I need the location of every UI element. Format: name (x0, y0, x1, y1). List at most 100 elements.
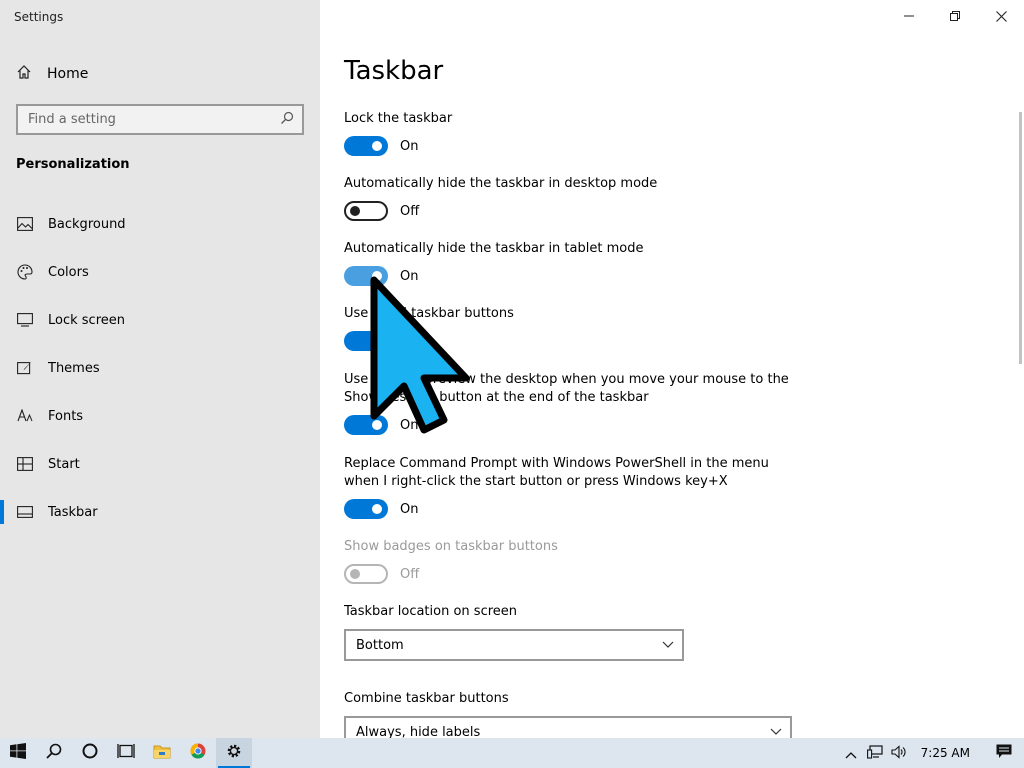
brush-icon (16, 359, 34, 377)
home-icon (16, 64, 32, 84)
chrome-button[interactable] (180, 738, 216, 768)
start-grid-icon (16, 455, 34, 473)
sidebar-item-background[interactable]: Background (0, 200, 320, 248)
setting-label: Automatically hide the taskbar in deskto… (344, 176, 658, 191)
taskbar-clock[interactable]: 7:25 AM (911, 746, 984, 760)
toggle-state: On (400, 333, 419, 349)
main-content: Taskbar Lock the taskbar On Automaticall… (320, 0, 1024, 748)
window-controls (886, 0, 1024, 32)
image-icon (16, 215, 34, 233)
sidebar-item-lock-screen[interactable]: Lock screen (0, 296, 320, 344)
toggle-knob (350, 569, 360, 579)
setting-small-buttons: Use small taskbar buttons On (344, 305, 514, 351)
section-title: Personalization (16, 157, 130, 172)
system-tray: 7:25 AM (839, 738, 1024, 768)
toggle-state: On (400, 501, 419, 517)
sidebar-item-label: Lock screen (48, 312, 125, 328)
speaker-icon (891, 744, 907, 763)
setting-peek: Use Peek to preview the desktop when you… (344, 371, 789, 435)
windows-taskbar: 7:25 AM (0, 738, 1024, 768)
dropdown-value: Bottom (356, 637, 404, 653)
monitor-icon (16, 311, 34, 329)
start-button[interactable] (0, 738, 36, 768)
setting-label: Replace Command Prompt with Windows Powe… (344, 456, 769, 471)
taskbar-location-dropdown[interactable]: Bottom (344, 629, 684, 661)
chrome-icon (190, 743, 206, 763)
action-center-button[interactable] (984, 738, 1024, 768)
small-buttons-toggle[interactable] (344, 331, 388, 351)
autohide-tablet-toggle[interactable] (344, 266, 388, 286)
network-button[interactable] (863, 738, 887, 768)
setting-label: Use small taskbar buttons (344, 306, 514, 321)
home-nav-item[interactable]: Home (16, 62, 88, 86)
setting-lock-taskbar: Lock the taskbar On (344, 110, 452, 156)
gear-icon (226, 743, 242, 763)
task-view-button[interactable] (108, 738, 144, 768)
setting-powershell: Replace Command Prompt with Windows Powe… (344, 455, 769, 519)
cortana-circle-icon (82, 743, 98, 763)
minimize-button[interactable] (886, 0, 932, 32)
show-hidden-icons-button[interactable] (839, 738, 863, 768)
sidebar-item-label: Fonts (48, 408, 84, 424)
toggle-state: Off (400, 566, 420, 582)
chevron-down-icon (662, 638, 674, 653)
sidebar-item-label: Start (48, 456, 80, 472)
windows-logo-icon (10, 743, 26, 763)
toggle-state: On (400, 417, 419, 433)
toggle-knob (372, 336, 382, 346)
toggle-knob (372, 271, 382, 281)
sidebar-item-taskbar[interactable]: Taskbar (0, 488, 320, 536)
setting-label-line2: when I right-click the start button or p… (344, 474, 728, 489)
sidebar-item-themes[interactable]: Themes (0, 344, 320, 392)
search-input[interactable] (28, 112, 280, 127)
volume-button[interactable] (887, 738, 911, 768)
peek-toggle[interactable] (344, 415, 388, 435)
scrollbar[interactable] (1019, 112, 1022, 364)
sidebar-item-label: Taskbar (48, 504, 98, 520)
toggle-knob (372, 420, 382, 430)
chevron-up-icon (845, 744, 857, 763)
setting-autohide-tablet: Automatically hide the taskbar in tablet… (344, 240, 643, 286)
search-box[interactable] (16, 104, 304, 135)
taskbar-icon (16, 503, 34, 521)
sidebar-item-label: Background (48, 216, 126, 232)
powershell-toggle[interactable] (344, 499, 388, 519)
setting-location: Taskbar location on screen Bottom (344, 603, 684, 661)
home-label: Home (47, 66, 89, 82)
toggle-knob (372, 504, 382, 514)
badges-toggle (344, 564, 388, 584)
sidebar-item-label: Colors (48, 264, 89, 280)
setting-autohide-desktop: Automatically hide the taskbar in deskto… (344, 175, 657, 221)
toggle-state: Off (400, 203, 420, 219)
sidebar-item-colors[interactable]: Colors (0, 248, 320, 296)
sidebar: Settings Home Personalization Background… (0, 0, 320, 738)
autohide-desktop-toggle[interactable] (344, 201, 388, 221)
app-title: Settings (14, 10, 64, 24)
folder-icon (153, 744, 171, 763)
sidebar-item-start[interactable]: Start (0, 440, 320, 488)
setting-label: Lock the taskbar (344, 111, 453, 126)
palette-icon (16, 263, 34, 281)
search-icon[interactable] (280, 110, 294, 129)
setting-label: Use Peek to preview the desktop when you… (344, 372, 789, 387)
sidebar-nav: Background Colors Lock screen Themes Fon… (0, 200, 320, 536)
sidebar-item-fonts[interactable]: Fonts (0, 392, 320, 440)
setting-label: Show badges on taskbar buttons (344, 539, 558, 554)
setting-label: Combine taskbar buttons (344, 691, 509, 706)
lock-taskbar-toggle[interactable] (344, 136, 388, 156)
restore-button[interactable] (932, 0, 978, 32)
file-explorer-button[interactable] (144, 738, 180, 768)
font-icon (16, 407, 34, 425)
notification-icon (996, 744, 1012, 763)
cortana-button[interactable] (72, 738, 108, 768)
network-icon (866, 744, 883, 763)
page-title: Taskbar (344, 56, 444, 86)
search-icon (46, 743, 62, 763)
sidebar-item-label: Themes (48, 360, 100, 376)
close-button[interactable] (978, 0, 1024, 32)
search-taskbar-button[interactable] (36, 738, 72, 768)
setting-label: Taskbar location on screen (344, 604, 518, 619)
toggle-knob (350, 206, 360, 216)
settings-taskbar-button[interactable] (216, 738, 252, 768)
toggle-knob (372, 141, 382, 151)
